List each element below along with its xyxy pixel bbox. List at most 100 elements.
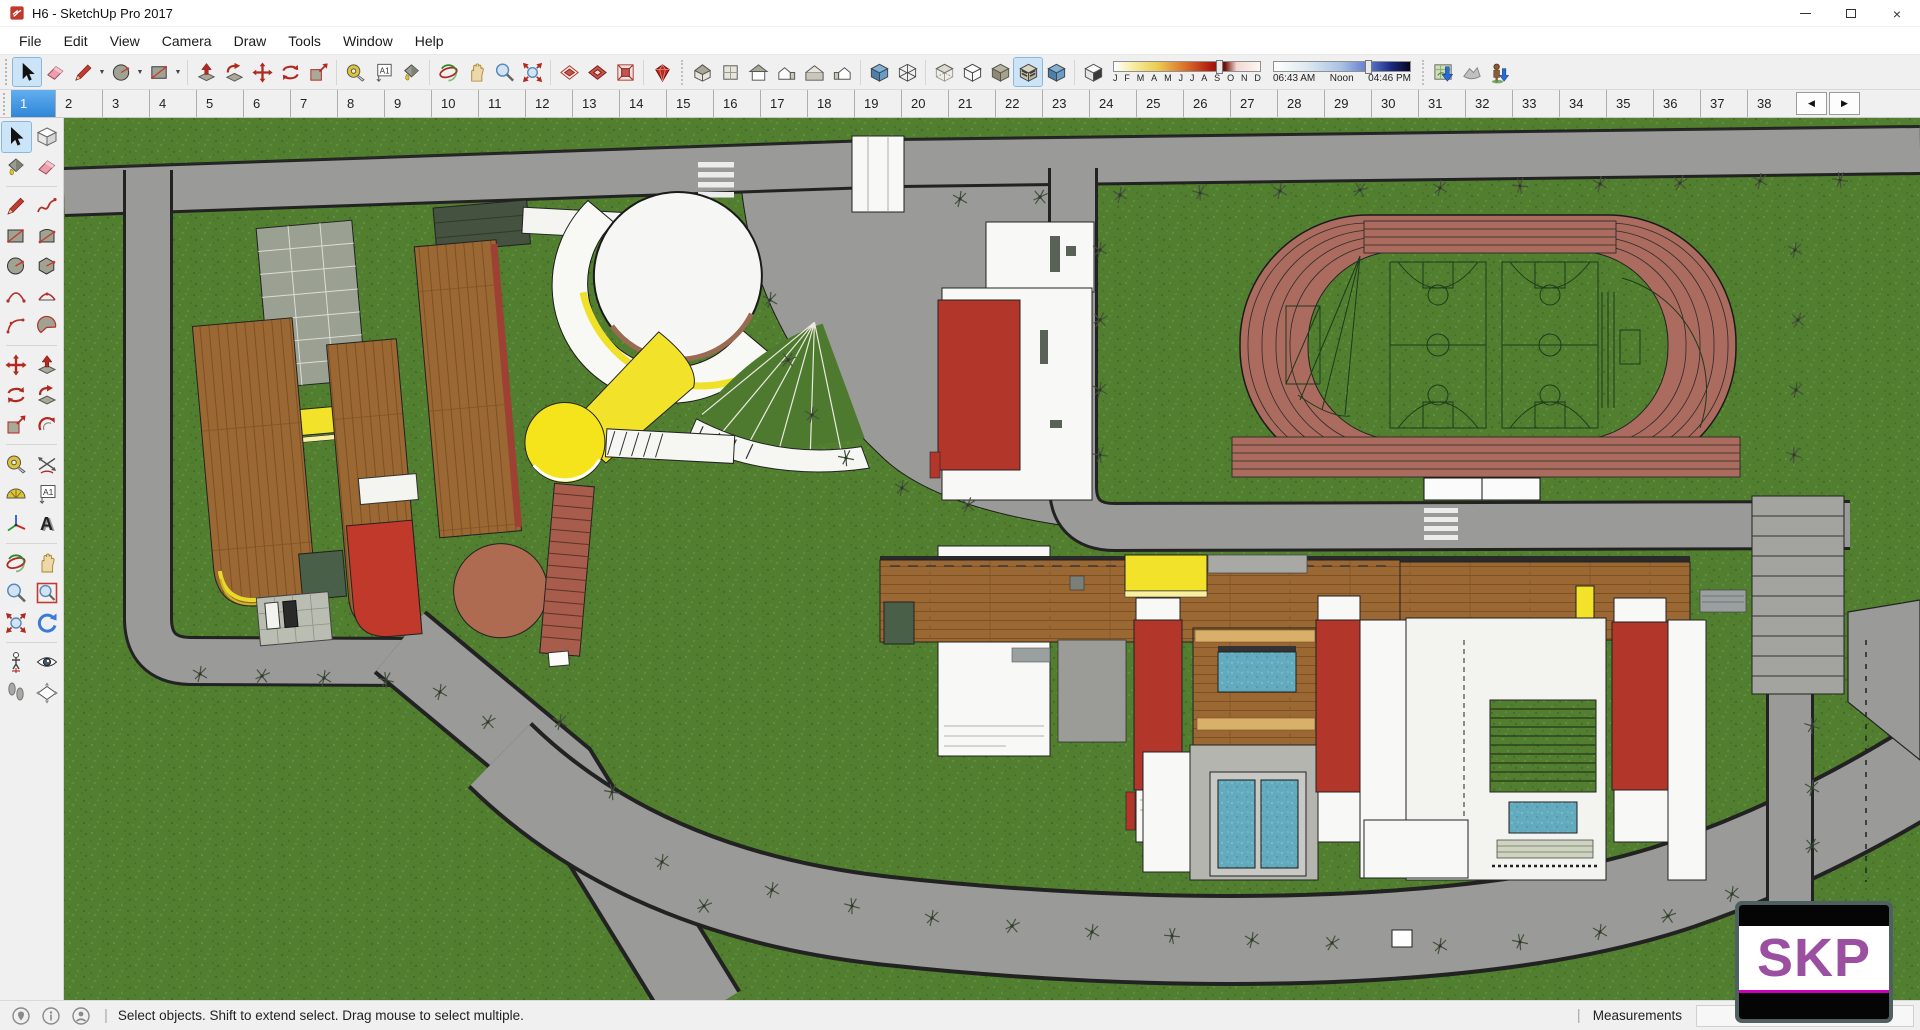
palette-select-tool[interactable] <box>0 121 32 153</box>
push-pull-tool-button[interactable] <box>192 58 220 86</box>
tab-scroll-right-button[interactable]: ▶ <box>1829 92 1860 115</box>
sketchup-gem-button[interactable] <box>648 58 676 86</box>
left-view-button[interactable] <box>828 58 856 86</box>
scene-tab[interactable]: 34 <box>1559 90 1606 117</box>
shadow-time-slider[interactable]: 06:43 AM Noon 04:46 PM <box>1273 59 1411 84</box>
scene-tab[interactable]: 32 <box>1465 90 1512 117</box>
palette-three-point-arc-tool[interactable] <box>2 311 31 341</box>
palette-3d-text-tool[interactable] <box>33 509 62 539</box>
follow-me-tool-button[interactable] <box>220 58 248 86</box>
palette-previous-view-tool[interactable] <box>33 608 62 638</box>
maximize-button[interactable] <box>1828 0 1874 27</box>
palette-pan-tool[interactable] <box>33 548 62 578</box>
palette-line-tool[interactable] <box>2 191 31 221</box>
palette-section-plane-tool[interactable] <box>33 677 62 707</box>
scene-tab[interactable]: 7 <box>290 90 337 117</box>
palette-zoom-window-tool[interactable] <box>33 578 62 608</box>
scene-tab[interactable]: 2 <box>55 90 102 117</box>
menu-item[interactable]: Tools <box>277 29 332 53</box>
scene-tab[interactable]: 16 <box>713 90 760 117</box>
scene-tab[interactable]: 29 <box>1324 90 1371 117</box>
shadow-settings-button[interactable] <box>1079 58 1107 86</box>
scene-tab[interactable]: 28 <box>1277 90 1324 117</box>
palette-scale-tool[interactable] <box>2 410 31 440</box>
palette-eraser-tool[interactable] <box>33 152 62 182</box>
scene-tab[interactable]: 31 <box>1418 90 1465 117</box>
tape-measure-tool-button[interactable] <box>341 58 369 86</box>
palette-zoom-tool[interactable] <box>2 578 31 608</box>
palette-tape-measure-tool[interactable] <box>2 449 31 479</box>
close-button[interactable]: × <box>1874 0 1920 27</box>
shadow-date-slider[interactable]: JFMAMJJASOND <box>1113 60 1261 83</box>
scene-tab[interactable]: 18 <box>807 90 854 117</box>
scene-tab[interactable]: 35 <box>1606 90 1653 117</box>
scene-tab[interactable]: 25 <box>1136 90 1183 117</box>
rectangle-dropdown-icon[interactable]: ▼ <box>173 69 183 76</box>
shaded-style-button[interactable] <box>986 58 1014 86</box>
photo-textures-button[interactable] <box>1485 58 1513 86</box>
pan-tool-button[interactable] <box>462 58 490 86</box>
palette-dimension-tool[interactable] <box>33 449 62 479</box>
palette-axes-tool[interactable] <box>2 509 31 539</box>
toggle-terrain-button[interactable] <box>1457 58 1485 86</box>
menu-item[interactable]: Help <box>404 29 455 53</box>
add-location-button[interactable] <box>1429 58 1457 86</box>
scene-tab[interactable]: 17 <box>760 90 807 117</box>
line-tool-button[interactable] <box>69 58 97 86</box>
palette-rotate-tool[interactable] <box>2 380 31 410</box>
scene-tab[interactable]: 38 <box>1747 90 1794 117</box>
scene-tab[interactable]: 1 <box>11 90 55 117</box>
scene-tab[interactable]: 27 <box>1230 90 1277 117</box>
scene-tab[interactable]: 24 <box>1089 90 1136 117</box>
scene-tab[interactable]: 4 <box>149 90 196 117</box>
palette-move-tool[interactable] <box>2 350 31 380</box>
hidden-line-style-button[interactable] <box>958 58 986 86</box>
shaded-box-button[interactable] <box>865 58 893 86</box>
palette-look-around-tool[interactable] <box>33 647 62 677</box>
line-dropdown-icon[interactable]: ▼ <box>97 69 107 76</box>
scale-tool-button[interactable] <box>304 58 332 86</box>
model-viewport[interactable] <box>64 118 1920 1000</box>
palette-arc-tool[interactable] <box>2 281 31 311</box>
scene-tab[interactable]: 21 <box>948 90 995 117</box>
scene-tab[interactable]: 15 <box>666 90 713 117</box>
arc-tool-button[interactable] <box>107 58 135 86</box>
top-view-button[interactable] <box>716 58 744 86</box>
geolocation-icon[interactable] <box>12 1006 30 1025</box>
palette-follow-me-tool[interactable] <box>33 380 62 410</box>
palette-text-tool[interactable] <box>33 479 62 509</box>
menu-item[interactable]: Window <box>332 29 404 53</box>
claim-credit-icon[interactable] <box>42 1006 60 1025</box>
arc-dropdown-icon[interactable]: ▼ <box>135 69 145 76</box>
text-tool-button[interactable] <box>369 58 397 86</box>
iso-view-button[interactable] <box>688 58 716 86</box>
scene-tab[interactable]: 23 <box>1042 90 1089 117</box>
palette-zoom-extents-tool[interactable] <box>2 608 31 638</box>
menu-item[interactable]: Draw <box>223 29 278 53</box>
scene-tab[interactable]: 20 <box>901 90 948 117</box>
back-view-button[interactable] <box>800 58 828 86</box>
section-cuts-button[interactable] <box>611 58 639 86</box>
palette-polygon-tool[interactable] <box>33 251 62 281</box>
palette-pie-tool[interactable] <box>33 311 62 341</box>
toolbar-grip[interactable] <box>5 59 10 85</box>
scene-tab[interactable]: 11 <box>478 90 525 117</box>
section-plane-button[interactable] <box>555 58 583 86</box>
scene-tab[interactable]: 22 <box>995 90 1042 117</box>
palette-paint-bucket-tool[interactable] <box>2 152 31 182</box>
palette-freehand-tool[interactable] <box>33 191 62 221</box>
zoom-extents-button[interactable] <box>518 58 546 86</box>
scene-tab[interactable]: 33 <box>1512 90 1559 117</box>
palette-rectangle-tool[interactable] <box>2 221 31 251</box>
palette-orbit-tool[interactable] <box>2 548 31 578</box>
time-slider-thumb[interactable] <box>1365 59 1373 74</box>
select-tool-button[interactable] <box>12 57 42 87</box>
scene-tab[interactable]: 37 <box>1700 90 1747 117</box>
palette-walk-tool[interactable] <box>2 677 31 707</box>
front-view-button[interactable] <box>744 58 772 86</box>
paint-bucket-tool-button[interactable] <box>397 58 425 86</box>
scene-tab[interactable]: 3 <box>102 90 149 117</box>
tabbar-grip[interactable] <box>3 93 8 115</box>
palette-protractor-tool[interactable] <box>2 479 31 509</box>
scene-tab[interactable]: 6 <box>243 90 290 117</box>
